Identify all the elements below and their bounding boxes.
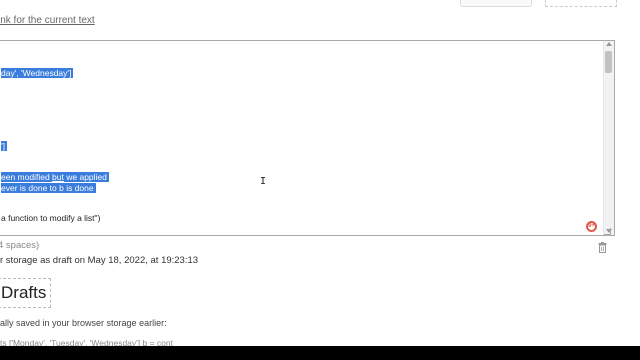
text-cursor-icon: I xyxy=(260,176,267,187)
selected-text: ever is done to b is done xyxy=(1,183,96,193)
draft-saved-status: r storage as draft on May 18, 2022, at 1… xyxy=(0,255,199,266)
indent-note: 4 spaces) xyxy=(0,240,40,251)
selected-text: '] xyxy=(1,141,7,151)
selected-text-part: we applied xyxy=(63,172,107,182)
editor-scrollbar[interactable] xyxy=(603,41,614,235)
selected-text: day', 'Wednesday'] xyxy=(1,68,74,78)
grammar-check-icon[interactable]: 9+ xyxy=(586,221,597,232)
code-line: ever is done to b is done xyxy=(1,183,96,194)
toolbar-button[interactable] xyxy=(460,0,532,7)
draft-editor-page: ink for the current text day', 'Wednesda… xyxy=(0,0,640,360)
drafts-description: ally saved in your browser storage earli… xyxy=(0,318,167,328)
resize-handle-icon[interactable] xyxy=(604,228,611,235)
selected-text: een modified but we applied xyxy=(1,172,109,182)
code-line: a function to modify a list") xyxy=(1,213,100,224)
code-line: day', 'Wednesday'] xyxy=(1,68,74,79)
drafts-heading: Drafts xyxy=(0,278,52,308)
spellcheck-underlined-word[interactable]: but xyxy=(52,172,64,182)
scrollbar-thumb[interactable] xyxy=(605,51,612,73)
code-line: '] xyxy=(1,141,7,152)
letterbox-bar xyxy=(0,346,640,360)
code-line: een modified but we applied xyxy=(1,172,109,183)
toolbar-button-dashed[interactable] xyxy=(545,0,617,7)
permalink-link[interactable]: ink for the current text xyxy=(0,15,95,26)
code-textarea[interactable]: day', 'Wednesday'] '] een modified but w… xyxy=(0,40,615,236)
selected-text-part: een modified xyxy=(1,172,53,182)
code-text: a function to modify a list") xyxy=(1,213,101,223)
scroll-up-arrow-icon[interactable] xyxy=(606,42,612,46)
trash-icon[interactable] xyxy=(598,242,607,253)
